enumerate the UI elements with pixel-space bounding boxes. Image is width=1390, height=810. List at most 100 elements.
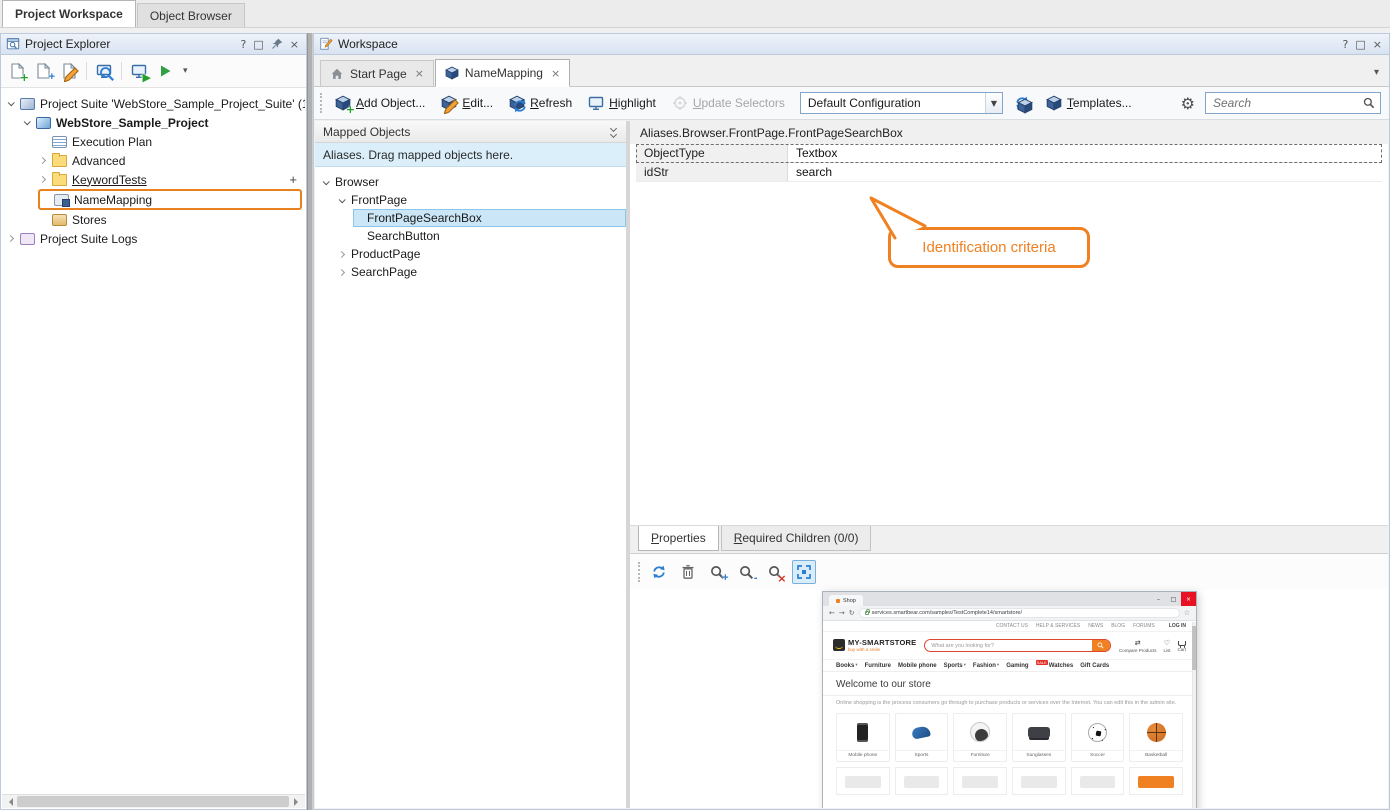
expander-icon[interactable] (39, 157, 46, 164)
tab-list-dropdown[interactable]: ▾ (1370, 67, 1383, 86)
refresh-image-button[interactable] (647, 560, 671, 584)
workspace-icon (319, 37, 333, 51)
alias-tree-item[interactable]: SearchButton (353, 227, 626, 245)
zoom-reset-button[interactable]: × (763, 560, 787, 584)
project-tree-item[interactable]: NameMapping (38, 189, 302, 210)
preview-nav-item: SALE Watches (1036, 663, 1074, 669)
configuration-select[interactable]: Default Configuration ▼ (800, 92, 1003, 114)
preview-product-row-partial (823, 762, 1196, 795)
project-tree-item[interactable]: Execution Plan (38, 132, 305, 151)
alias-tree-item[interactable]: ProductPage (337, 245, 626, 263)
templates-button[interactable]: Templates... (1041, 93, 1137, 113)
preview-header-links: Compare Products List (1119, 639, 1186, 653)
add-object-button[interactable]: + Add Object... (330, 93, 430, 113)
search-box (1205, 92, 1381, 114)
preview-heading: Welcome to our store (823, 672, 1196, 695)
expander-icon[interactable] (8, 99, 15, 106)
zoom-out-button[interactable]: - (734, 560, 758, 584)
workspace-switch-tab[interactable]: Object Browser (137, 3, 245, 27)
alias-tree-item[interactable]: FrontPage (337, 191, 626, 209)
refresh-button[interactable]: Refresh (504, 93, 577, 113)
delete-image-button[interactable] (676, 560, 700, 584)
preview-product-card: Mobile phone (836, 713, 890, 762)
edit-item-button[interactable] (57, 59, 81, 83)
preview-product-card: Soccer (1071, 713, 1125, 762)
alias-tree-item[interactable]: SearchPage (337, 263, 626, 281)
run-test-button[interactable]: ▶ (127, 59, 151, 83)
object-preview-image[interactable]: Shop – □ × ← → ↻ (822, 591, 1197, 808)
search-input[interactable] (1213, 96, 1363, 110)
expander-icon[interactable] (39, 176, 46, 183)
tab-label: Project Workspace (15, 7, 123, 21)
expander-icon[interactable] (338, 250, 345, 257)
expander-icon[interactable] (339, 196, 346, 203)
run-options-dropdown[interactable]: ▾ (179, 66, 192, 76)
namemapping-body: Mapped Objects Aliases. Drag mapped obje… (315, 121, 1388, 808)
help-button[interactable]: ? (241, 38, 247, 51)
preview-search-placeholder: What are you looking for? (931, 643, 1092, 649)
alias-tree-item[interactable]: Browser (321, 173, 626, 191)
project-tree-item[interactable]: Project Suite Logs (6, 229, 305, 248)
add-existing-item-button[interactable]: + (31, 59, 55, 83)
help-button[interactable]: ? (1343, 38, 1349, 51)
run-project-button[interactable] (153, 59, 177, 83)
alias-tree-item[interactable]: FrontPageSearchBox (353, 209, 626, 227)
workspace-switch-tab[interactable]: Project Workspace (2, 0, 136, 27)
maximize-button[interactable]: □ (1355, 38, 1365, 51)
properties-tab[interactable]: Required Children (0/0) (721, 526, 872, 551)
expander-icon[interactable] (7, 235, 14, 242)
add-new-item-button[interactable]: + (5, 59, 29, 83)
expander-icon[interactable] (24, 118, 31, 125)
close-button[interactable]: × (290, 38, 299, 51)
aliases-hint-bar[interactable]: Aliases. Drag mapped objects here. (315, 143, 626, 167)
properties-tab[interactable]: Properties (638, 526, 719, 551)
add-child-button[interactable]: + (289, 172, 305, 187)
highlight-button[interactable]: Highlight (583, 93, 661, 113)
document-tab[interactable]: Start Page × (320, 60, 434, 86)
zoom-in-button[interactable]: + (705, 560, 729, 584)
maximize-button[interactable]: □ (253, 38, 263, 51)
lock-icon (865, 611, 869, 615)
alias-label: FrontPageSearchBox (367, 211, 482, 225)
toolbar-grip[interactable] (320, 93, 324, 113)
store-tagline: buy with a smile (848, 647, 916, 652)
close-button[interactable]: × (1373, 38, 1382, 51)
tab-label: NameMapping (465, 66, 543, 80)
scroll-right-button[interactable] (291, 795, 305, 808)
preview-area: Shop – □ × ← → ↻ (630, 590, 1388, 808)
project-tree-item[interactable]: WebStore_Sample_Project (22, 113, 305, 132)
idStr[interactable]: idStr search (636, 163, 1382, 182)
chevron-down-icon[interactable]: ▼ (985, 93, 1002, 113)
expander-icon[interactable] (323, 178, 330, 185)
organize-tests-button[interactable] (92, 59, 116, 83)
project-tree-item[interactable]: Stores (38, 210, 305, 229)
gear-icon[interactable]: ⚙ (1177, 94, 1199, 113)
property-value[interactable]: Textbox (788, 144, 1382, 162)
expander-icon[interactable] (338, 268, 345, 275)
horizontal-scrollbar[interactable] (2, 794, 305, 808)
fit-to-window-button[interactable] (792, 560, 816, 584)
sync-configuration-button[interactable] (1009, 93, 1035, 113)
document-tabs: Start Page × NameMapping × (320, 59, 1370, 86)
toolbar-grip[interactable] (638, 562, 642, 582)
scroll-left-button[interactable] (2, 795, 16, 808)
sale-badge: SALE (1036, 660, 1048, 665)
project-tree-item[interactable]: Advanced (38, 151, 305, 170)
document-tab[interactable]: NameMapping × (435, 59, 570, 87)
project-tree-item[interactable]: KeywordTests + (38, 170, 305, 189)
tree-item-label: Project Suite Logs (40, 232, 137, 246)
close-tab-icon[interactable]: × (415, 67, 424, 80)
collapse-panel-icon[interactable] (611, 126, 618, 137)
tree-item-icon (54, 194, 69, 206)
preview-topbar-link: BLOG (1111, 623, 1125, 629)
preview-topbar: CONTACT USHELP & SERVICESNEWSBLOGFORUMSL… (823, 621, 1196, 632)
property-value[interactable]: search (788, 163, 1382, 181)
pin-icon[interactable] (271, 38, 283, 50)
project-tree-item[interactable]: Project Suite 'WebStore_Sample_Project_S… (6, 94, 305, 113)
store-crest-icon (833, 639, 845, 651)
ObjectType[interactable]: ObjectType Textbox (636, 144, 1382, 163)
close-tab-icon[interactable]: × (551, 67, 560, 80)
scrollbar-thumb[interactable] (17, 796, 289, 807)
edit-button[interactable]: Edit... (436, 93, 498, 113)
preview-product-card: Furniture (953, 713, 1007, 762)
